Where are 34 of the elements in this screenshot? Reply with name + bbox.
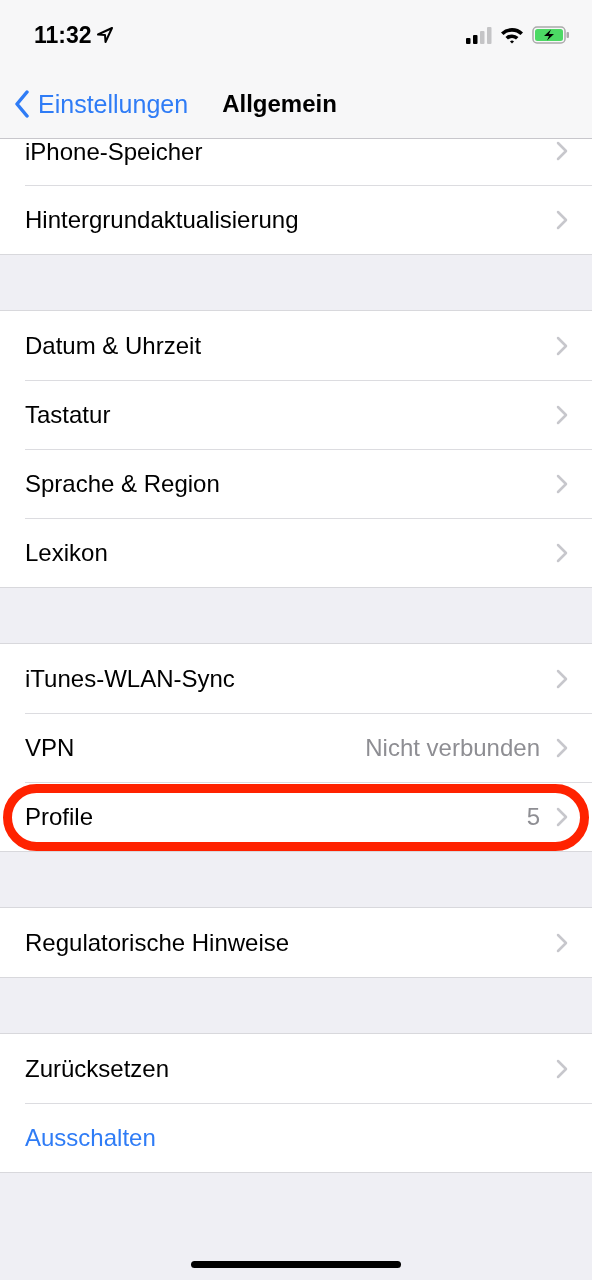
wifi-icon xyxy=(500,26,524,44)
chevron-icon xyxy=(556,806,568,827)
location-arrow-icon xyxy=(95,26,114,44)
settings-row[interactable]: iPhone-Speicher xyxy=(0,139,592,185)
home-indicator[interactable] xyxy=(191,1261,401,1268)
chevron-icon xyxy=(556,1058,568,1079)
back-chevron-icon xyxy=(14,90,30,118)
settings-row[interactable]: Hintergrundaktualisierung xyxy=(0,185,592,254)
chevron-icon xyxy=(556,335,568,356)
row-value: Nicht verbunden xyxy=(365,733,540,762)
settings-row[interactable]: Zurücksetzen xyxy=(0,1034,592,1103)
chevron-icon xyxy=(556,473,568,494)
settings-row[interactable]: Ausschalten xyxy=(0,1103,592,1172)
settings-row[interactable]: Tastatur xyxy=(0,380,592,449)
settings-row[interactable]: iTunes-WLAN-Sync xyxy=(0,644,592,713)
chevron-icon xyxy=(556,209,568,230)
chevron-icon xyxy=(556,668,568,689)
back-button[interactable]: Einstellungen xyxy=(14,89,189,119)
chevron-icon xyxy=(556,542,568,563)
battery-charging-icon xyxy=(532,26,570,44)
settings-row[interactable]: Regulatorische Hinweise xyxy=(0,908,592,977)
row-value: 5 xyxy=(526,802,540,831)
settings-row[interactable]: Lexikon xyxy=(0,518,592,587)
settings-row[interactable]: Sprache & Region xyxy=(0,449,592,518)
signal-icon xyxy=(466,26,492,44)
clock-time: 11:32 xyxy=(34,21,92,49)
settings-row[interactable]: Datum & Uhrzeit xyxy=(0,311,592,380)
chevron-icon xyxy=(556,932,568,953)
settings-row[interactable]: VPN Nicht verbunden xyxy=(0,713,592,782)
settings-row[interactable]: Profile 5 xyxy=(0,782,592,851)
chevron-icon xyxy=(556,404,568,425)
chevron-icon xyxy=(556,141,568,161)
chevron-icon xyxy=(556,737,568,758)
screen-title: Allgemein xyxy=(222,90,337,118)
